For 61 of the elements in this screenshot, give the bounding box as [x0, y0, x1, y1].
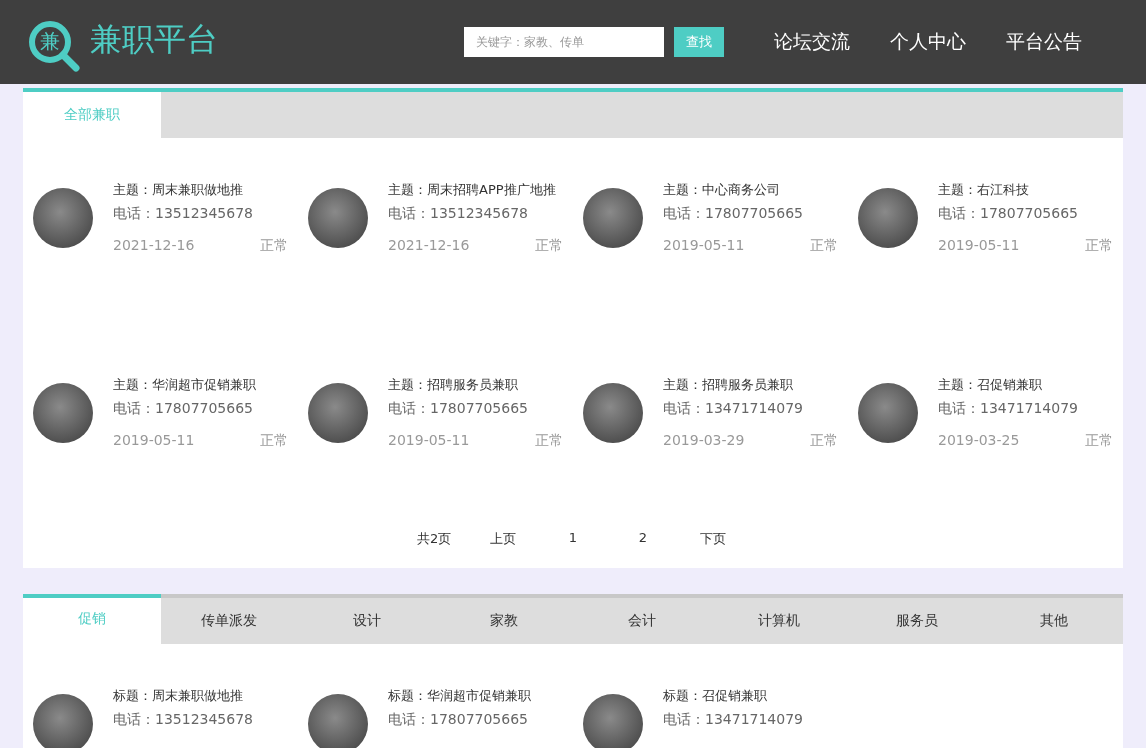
status-text: 正常 — [535, 432, 563, 450]
phone-number: 电话：13471714079 — [938, 399, 1079, 418]
post-date: 2019-05-11 — [938, 237, 1020, 255]
phone-number: 电话：13471714079 — [663, 399, 804, 418]
job-title[interactable]: 主题：周末兼职做地推 — [113, 180, 288, 200]
post-date: 2019-03-29 — [663, 432, 745, 450]
post-date: 2019-03-25 — [938, 432, 1020, 450]
post-date: 2021-12-16 — [113, 237, 195, 255]
post-date: 2019-05-11 — [388, 432, 470, 450]
phone-number: 电话：17807705665 — [938, 204, 1079, 223]
status-text: 正常 — [810, 237, 838, 255]
avatar-photo-placeholder — [33, 383, 93, 443]
phone-number: 电话：17807705665 — [388, 399, 529, 418]
avatar-photo-placeholder — [583, 383, 643, 443]
phone-number: 电话：17807705665 — [663, 204, 804, 223]
phone-number: 电话：13471714079 — [663, 710, 804, 729]
phone-number: 电话：13512345678 — [388, 204, 529, 223]
avatar-photo-placeholder — [33, 188, 93, 248]
page-count: 共2页 — [417, 530, 449, 548]
status-text: 正常 — [260, 237, 288, 255]
logo-text: 兼职平台 — [90, 19, 218, 60]
job-title[interactable]: 标题：召促销兼职 — [663, 686, 838, 706]
job-title[interactable]: 主题：右江科技 — [938, 180, 1113, 200]
status-text: 正常 — [535, 237, 563, 255]
logo-icon — [28, 20, 80, 72]
avatar-photo-placeholder — [308, 188, 368, 248]
job-title[interactable]: 主题：招聘服务员兼职 — [388, 375, 563, 395]
post-date: 2019-05-11 — [663, 237, 745, 255]
prev-page-link[interactable]: 上页 — [487, 530, 519, 548]
avatar-photo-placeholder — [308, 694, 368, 748]
avatar-photo-placeholder — [858, 383, 918, 443]
avatar-photo-placeholder — [308, 383, 368, 443]
logo-char: 兼 — [39, 27, 61, 55]
avatar-photo-placeholder — [583, 694, 643, 748]
search-field[interactable]: 关键字：家教、传单 — [464, 27, 664, 57]
nav-link[interactable]: 个人中心 — [890, 29, 966, 55]
post-date: 2019-05-11 — [113, 432, 195, 450]
job-title[interactable]: 主题：周末招聘APP推广地推 — [388, 180, 563, 200]
page-link[interactable]: 2 — [627, 530, 659, 548]
avatar-photo-placeholder — [858, 188, 918, 248]
phone-number: 电话：17807705665 — [388, 710, 529, 729]
next-page-link[interactable]: 下页 — [697, 530, 729, 548]
avatar-photo-placeholder — [583, 188, 643, 248]
job-title[interactable]: 主题：召促销兼职 — [938, 375, 1113, 395]
status-text: 正常 — [1085, 432, 1113, 450]
job-title[interactable]: 主题：中心商务公司 — [663, 180, 838, 200]
nav-link[interactable]: 平台公告 — [1006, 29, 1082, 55]
job-title[interactable]: 主题：华润超市促销兼职 — [113, 375, 288, 395]
phone-number: 电话：13512345678 — [113, 710, 254, 729]
nav-link[interactable]: 论坛交流 — [774, 29, 850, 55]
job-title[interactable]: 标题：华润超市促销兼职 — [388, 686, 563, 706]
phone-number: 电话：17807705665 — [113, 399, 254, 418]
phone-number: 电话：13512345678 — [113, 204, 254, 223]
avatar-photo-placeholder — [33, 694, 93, 748]
status-text: 正常 — [810, 432, 838, 450]
post-date: 2021-12-16 — [388, 237, 470, 255]
page-link[interactable]: 1 — [557, 530, 589, 548]
job-title[interactable]: 主题：招聘服务员兼职 — [663, 375, 838, 395]
status-text: 正常 — [1085, 237, 1113, 255]
job-title[interactable]: 标题：周末兼职做地推 — [113, 686, 288, 706]
status-text: 正常 — [260, 432, 288, 450]
